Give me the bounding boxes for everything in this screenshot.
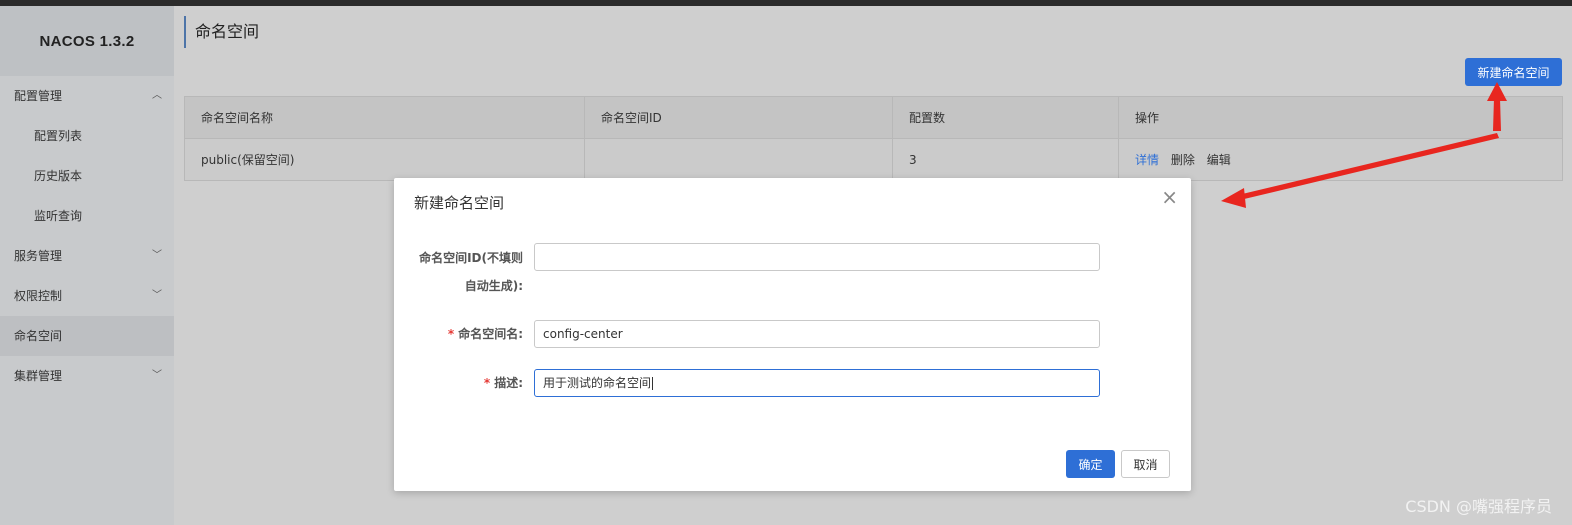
sidebar-item-label: 服务管理 — [14, 249, 63, 263]
watermark: CSDN @嘴强程序员 — [1405, 497, 1552, 516]
namespace-id-input[interactable] — [534, 243, 1100, 271]
sidebar-item-label: 监听查询 — [34, 209, 83, 223]
actions-cell: 详情 删除 编辑 — [1118, 138, 1563, 181]
namespace-name-label: * 命名空间名: — [448, 320, 523, 348]
sidebar-item-listener-query[interactable]: 监听查询 — [0, 196, 174, 236]
config-count-cell: 3 — [892, 138, 1119, 181]
sidebar-item-permission-control[interactable]: 权限控制 ﹀ — [0, 276, 174, 316]
namespace-table: 命名空间名称 命名空间ID 配置数 操作 public(保留空间) 3 详情 删… — [184, 96, 1563, 181]
namespace-name-input[interactable]: config-center — [534, 320, 1100, 348]
sidebar-item-label: 配置列表 — [34, 129, 83, 143]
namespace-id-label: 命名空间ID(不填则 自动生成): — [419, 244, 523, 300]
sidebar-item-label: 权限控制 — [14, 289, 63, 303]
description-label: * 描述: — [484, 369, 523, 397]
dialog-title: 新建命名空间 — [414, 194, 505, 212]
namespace-name-cell: public(保留空间) — [184, 138, 585, 181]
namespace-id-label-line1: 命名空间ID(不填则 — [419, 251, 523, 265]
sidebar-item-cluster-management[interactable]: 集群管理 ﹀ — [0, 356, 174, 396]
chevron-down-icon: ﹀ — [152, 290, 162, 301]
new-namespace-button[interactable]: 新建命名空间 — [1465, 58, 1562, 86]
sidebar-item-label: 配置管理 — [14, 89, 63, 103]
sidebar-item-history[interactable]: 历史版本 — [0, 156, 174, 196]
app-logo: NACOS 1.3.2 — [0, 6, 174, 76]
sidebar-item-label: 历史版本 — [34, 169, 83, 183]
new-namespace-dialog: 新建命名空间 × 命名空间ID(不填则 自动生成): * 命名空间名: confi… — [394, 178, 1191, 491]
delete-link[interactable]: 删除 — [1171, 153, 1195, 167]
sidebar-item-label: 集群管理 — [14, 369, 63, 383]
description-value: 用于测试的命名空间 — [543, 376, 652, 390]
sidebar-item-label: 命名空间 — [14, 329, 63, 343]
details-link[interactable]: 详情 — [1135, 153, 1159, 167]
text-caret — [652, 377, 654, 390]
description-label-text: 描述: — [494, 376, 523, 390]
table-header-row: 命名空间名称 命名空间ID 配置数 操作 — [184, 96, 1563, 139]
namespace-id-label-line2: 自动生成): — [464, 279, 523, 293]
sidebar: NACOS 1.3.2 配置管理 ︿ 配置列表 历史版本 监听查询 服务管理 ﹀… — [0, 6, 174, 525]
table-row: public(保留空间) 3 详情 删除 编辑 — [184, 138, 1563, 181]
namespace-name-value: config-center — [543, 327, 623, 341]
column-header-count: 配置数 — [892, 96, 1119, 139]
namespace-name-label-text: 命名空间名: — [458, 327, 523, 341]
description-input[interactable]: 用于测试的命名空间 — [534, 369, 1100, 397]
required-mark: * — [447, 327, 455, 341]
chevron-up-icon: ︿ — [152, 90, 162, 101]
chevron-down-icon: ﹀ — [152, 370, 162, 381]
sidebar-item-config-management[interactable]: 配置管理 ︿ — [0, 76, 174, 116]
required-mark: * — [483, 376, 491, 390]
sidebar-item-config-list[interactable]: 配置列表 — [0, 116, 174, 156]
sidebar-item-namespace[interactable]: 命名空间 — [0, 316, 174, 356]
confirm-button[interactable]: 确定 — [1066, 450, 1115, 478]
cancel-button[interactable]: 取消 — [1121, 450, 1170, 478]
column-header-name: 命名空间名称 — [184, 96, 585, 139]
close-icon[interactable]: × — [1161, 187, 1178, 207]
edit-link[interactable]: 编辑 — [1207, 153, 1231, 167]
column-header-id: 命名空间ID — [584, 96, 893, 139]
namespace-id-cell — [584, 138, 893, 181]
column-header-actions: 操作 — [1118, 96, 1563, 139]
chevron-down-icon: ﹀ — [152, 250, 162, 261]
page-title: 命名空间 — [184, 16, 259, 48]
sidebar-item-service-management[interactable]: 服务管理 ﹀ — [0, 236, 174, 276]
